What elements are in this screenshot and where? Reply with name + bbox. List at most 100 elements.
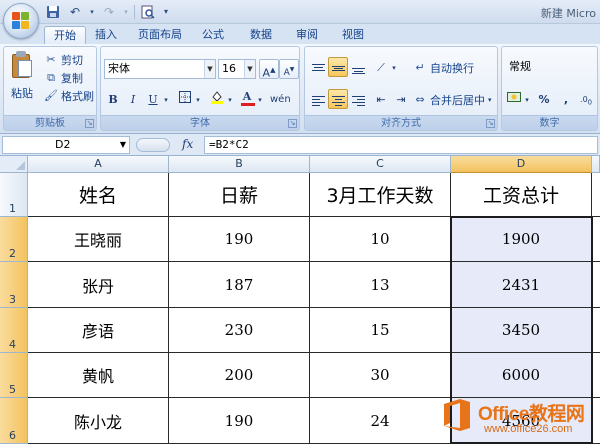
table-cell[interactable]: 187 — [169, 262, 310, 308]
table-cell[interactable]: 13 — [310, 262, 451, 308]
align-bottom-icon[interactable] — [348, 57, 368, 77]
table-cell[interactable]: 3450 — [451, 308, 592, 353]
tab-review[interactable]: 审阅 — [290, 26, 324, 44]
row-header-5[interactable]: 5 — [0, 353, 28, 398]
column-header-d[interactable]: D — [451, 156, 592, 173]
empty-cell[interactable] — [592, 308, 600, 353]
table-cell[interactable]: 2431 — [451, 262, 592, 308]
formula-input[interactable]: =B2*C2 — [204, 136, 598, 154]
align-top-icon[interactable] — [308, 57, 328, 77]
table-cell[interactable]: 200 — [169, 353, 310, 398]
table-cell[interactable]: 190 — [169, 398, 310, 444]
paste-button[interactable]: 粘贴 — [7, 51, 37, 113]
table-cell[interactable]: 15 — [310, 308, 451, 353]
tab-data[interactable]: 数据 — [244, 26, 278, 44]
font-name-select[interactable]: 宋体 ▼ — [104, 59, 216, 79]
accounting-dropdown-icon[interactable]: ▾ — [522, 89, 532, 109]
table-cell[interactable]: 6000 — [451, 353, 592, 398]
format-painter-button[interactable]: 🖌 格式刷 — [44, 87, 94, 104]
customize-qat-icon[interactable]: ▾ — [161, 3, 171, 20]
row-header-6[interactable]: 6 — [0, 398, 28, 444]
name-box[interactable]: D2 ▼ — [2, 136, 130, 154]
fill-color-dropdown-icon[interactable]: ▾ — [225, 89, 235, 109]
alignment-launcher-icon[interactable]: ↘ — [486, 119, 495, 128]
insert-function-icon[interactable]: fx — [182, 137, 193, 151]
save-icon[interactable] — [44, 3, 62, 20]
table-cell[interactable]: 30 — [310, 353, 451, 398]
table-cell[interactable]: 张丹 — [28, 262, 169, 308]
column-header-e[interactable] — [592, 156, 600, 173]
header-cell[interactable]: 工资总计 — [451, 173, 592, 217]
print-preview-icon[interactable] — [139, 3, 157, 20]
tab-insert[interactable]: 插入 — [88, 26, 124, 44]
increase-indent-icon[interactable]: ⇥ — [391, 89, 411, 109]
table-cell[interactable]: 王晓丽 — [28, 217, 169, 262]
percent-style-button[interactable]: % — [534, 89, 554, 109]
undo-icon[interactable]: ↶ — [66, 3, 84, 20]
column-header-b[interactable]: B — [169, 156, 310, 173]
orientation-icon[interactable]: ⟋ — [371, 57, 391, 77]
cut-button[interactable]: ✂ 剪切 — [44, 51, 83, 68]
underline-dropdown-icon[interactable]: ▾ — [161, 89, 171, 109]
tab-formulas[interactable]: 公式 — [196, 26, 230, 44]
redo-dropdown-icon[interactable]: ▾ — [122, 3, 130, 20]
align-left-icon[interactable] — [308, 89, 328, 109]
formula-bar-splitter[interactable] — [136, 138, 170, 152]
number-format-select[interactable]: 常规 — [505, 57, 597, 77]
align-center-icon[interactable] — [328, 89, 348, 109]
comma-style-button[interactable]: , — [556, 89, 576, 109]
tab-page-layout[interactable]: 页面布局 — [132, 26, 188, 44]
fill-color-icon[interactable] — [207, 89, 227, 109]
empty-cell[interactable] — [592, 262, 600, 308]
table-cell[interactable]: 24 — [310, 398, 451, 444]
tab-home[interactable]: 开始 — [44, 26, 86, 44]
font-color-icon[interactable]: A — [237, 89, 257, 109]
borders-dropdown-icon[interactable]: ▾ — [193, 89, 203, 109]
table-cell[interactable]: 190 — [169, 217, 310, 262]
table-cell[interactable]: 黄帆 — [28, 353, 169, 398]
orientation-dropdown-icon[interactable]: ▾ — [389, 57, 399, 77]
italic-button[interactable]: I — [123, 89, 143, 109]
shrink-font-button[interactable]: A▼ — [279, 59, 299, 79]
font-launcher-icon[interactable]: ↘ — [288, 119, 297, 128]
empty-cell[interactable] — [592, 353, 600, 398]
borders-icon[interactable] — [175, 89, 195, 109]
row-header-1[interactable]: 1 — [0, 173, 28, 217]
align-middle-icon[interactable] — [328, 57, 348, 77]
tab-view[interactable]: 视图 — [336, 26, 370, 44]
increase-decimal-icon[interactable]: .00 — [576, 89, 596, 109]
table-cell[interactable]: 10 — [310, 217, 451, 262]
empty-cell[interactable] — [592, 217, 600, 262]
table-cell[interactable]: 彦语 — [28, 308, 169, 353]
row-header-2[interactable]: 2 — [0, 217, 28, 262]
column-header-a[interactable]: A — [28, 156, 169, 173]
table-cell[interactable]: 陈小龙 — [28, 398, 169, 444]
header-cell[interactable]: 3月工作天数 — [310, 173, 451, 217]
office-button[interactable] — [3, 3, 39, 39]
align-right-icon[interactable] — [348, 89, 368, 109]
undo-dropdown-icon[interactable]: ▾ — [88, 3, 96, 20]
column-header-c[interactable]: C — [310, 156, 451, 173]
grow-font-button[interactable]: A▲ — [259, 59, 279, 80]
row-header-3[interactable]: 3 — [0, 262, 28, 308]
phonetic-icon[interactable]: wén — [269, 89, 291, 109]
merge-center-button[interactable]: ⇔ 合并后居中 ▾ — [413, 91, 491, 108]
clipboard-launcher-icon[interactable]: ↘ — [85, 119, 94, 128]
bold-button[interactable]: B — [103, 89, 123, 109]
copy-button[interactable]: ⧉ 复制 — [44, 69, 83, 86]
number-group: 常规 ▾ % , .00 数字 — [501, 46, 598, 131]
decrease-indent-icon[interactable]: ⇤ — [371, 89, 391, 109]
row-header-4[interactable]: 4 — [0, 308, 28, 353]
header-cell[interactable]: 日薪 — [169, 173, 310, 217]
table-cell[interactable]: 1900 — [451, 217, 592, 262]
underline-button[interactable]: U — [143, 89, 163, 109]
accounting-format-icon[interactable] — [504, 89, 524, 109]
font-size-select[interactable]: 16 ▼ — [218, 59, 256, 79]
redo-icon[interactable]: ↷ — [100, 3, 118, 20]
wrap-text-button[interactable]: ↵ 自动换行 — [413, 59, 474, 76]
table-cell[interactable]: 230 — [169, 308, 310, 353]
header-cell[interactable]: 姓名 — [28, 173, 169, 217]
font-color-dropdown-icon[interactable]: ▾ — [255, 89, 265, 109]
empty-cell[interactable] — [592, 173, 600, 217]
select-all-corner[interactable] — [0, 156, 28, 173]
